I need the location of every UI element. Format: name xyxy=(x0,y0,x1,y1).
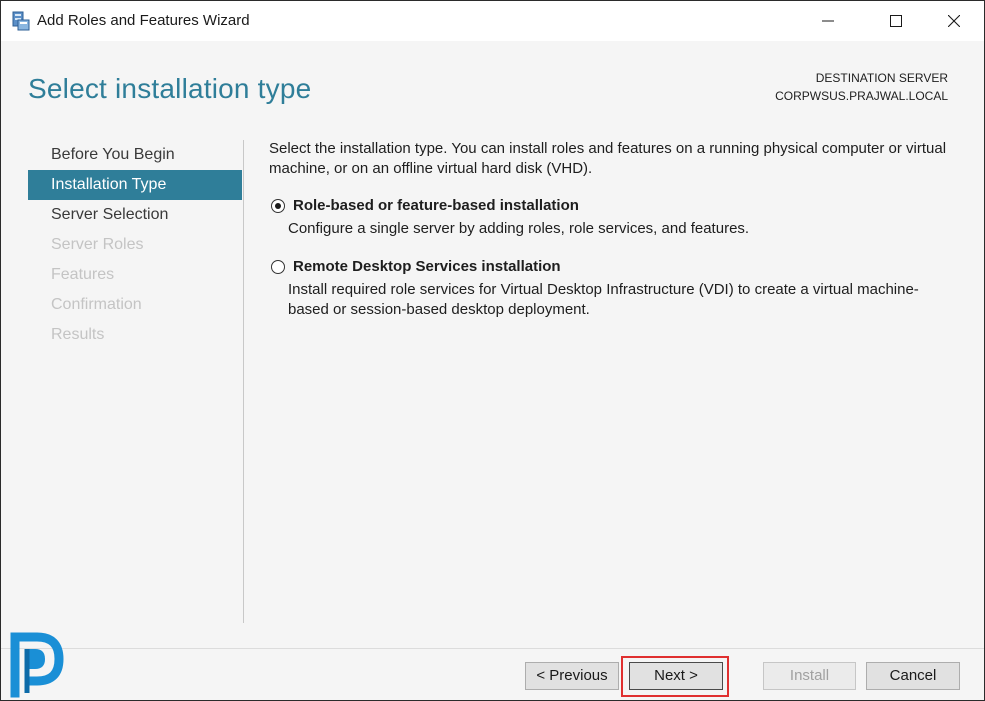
maximize-icon xyxy=(890,15,902,27)
title-bar[interactable]: Add Roles and Features Wizard xyxy=(1,1,984,41)
intro-text: Select the installation type. You can in… xyxy=(269,140,947,177)
minimize-icon xyxy=(822,20,834,22)
minimize-button[interactable] xyxy=(805,1,851,41)
next-button-highlight xyxy=(621,656,729,697)
close-button[interactable] xyxy=(931,1,977,41)
wizard-steps-nav: Before You Begin Installation Type Serve… xyxy=(28,140,242,350)
option-description: Configure a single server by adding role… xyxy=(288,220,750,237)
destination-server-name: CORPWSUS.PRAJWAL.LOCAL xyxy=(775,89,948,103)
nav-item-features: Features xyxy=(51,266,115,283)
page-title: Select installation type xyxy=(28,73,312,104)
nav-item-server-selection[interactable]: Server Selection xyxy=(28,200,242,230)
option-title[interactable]: Remote Desktop Services installation xyxy=(269,257,959,277)
prajwal-logo-icon xyxy=(7,631,77,699)
option-role-based[interactable]: Role-based or feature-based installation… xyxy=(269,196,959,239)
nav-item-server-roles: Server Roles xyxy=(51,236,144,253)
nav-item-installation-type[interactable]: Installation Type xyxy=(28,170,242,200)
option-description: Install required role services for Virtu… xyxy=(288,281,919,318)
nav-item-before-you-begin[interactable]: Before You Begin xyxy=(28,140,242,170)
previous-button[interactable]: < Previous xyxy=(525,662,619,690)
option-title[interactable]: Role-based or feature-based installation xyxy=(269,196,959,216)
server-manager-icon xyxy=(12,11,30,31)
nav-divider xyxy=(243,140,244,623)
option-remote-desktop[interactable]: Remote Desktop Services installation Ins… xyxy=(269,257,959,320)
nav-item-results: Results xyxy=(51,326,105,343)
installation-type-panel: Select the installation type. You can in… xyxy=(269,139,959,320)
role-based-radio[interactable] xyxy=(271,199,285,213)
nav-item-confirmation: Confirmation xyxy=(51,296,142,313)
maximize-button[interactable] xyxy=(873,1,919,41)
window-title: Add Roles and Features Wizard xyxy=(37,12,250,29)
destination-server-label: DESTINATION SERVER xyxy=(815,71,948,85)
cancel-button[interactable]: Cancel xyxy=(866,662,960,690)
wizard-window: Add Roles and Features Wizard Select ins… xyxy=(0,0,985,701)
install-button: Install xyxy=(763,662,856,690)
footer-divider xyxy=(1,648,984,649)
wizard-header: Select installation type DESTINATION SER… xyxy=(1,41,984,125)
close-icon xyxy=(948,15,960,27)
remote-desktop-radio[interactable] xyxy=(271,260,285,274)
